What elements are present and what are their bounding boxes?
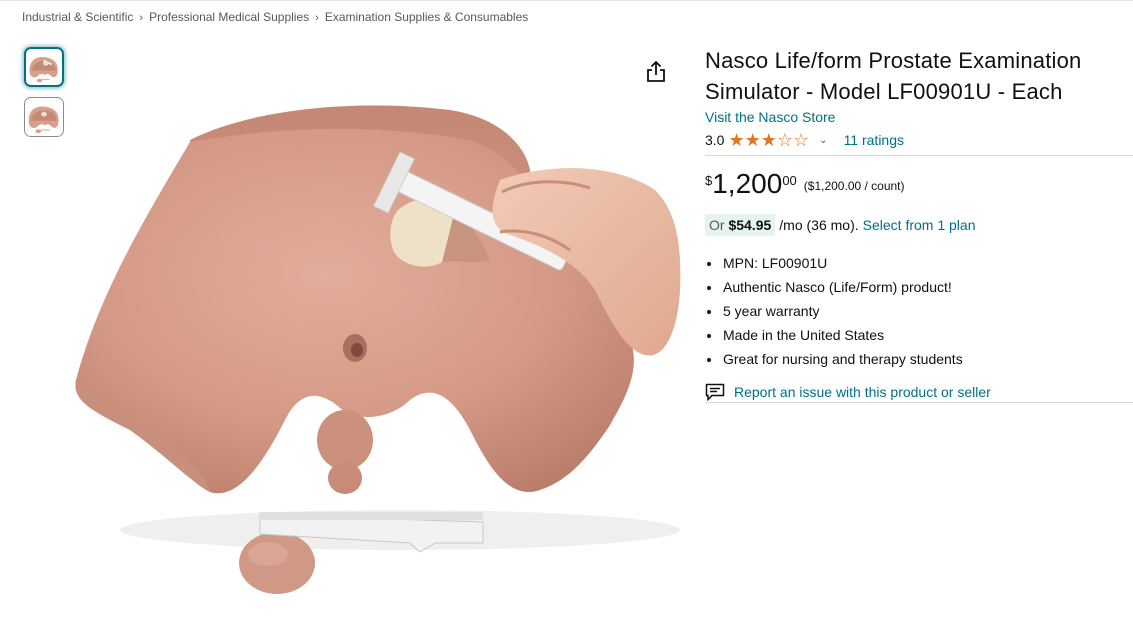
prostate-simulator-image: [75, 105, 681, 594]
chevron-down-icon[interactable]: ⌄: [819, 135, 827, 146]
feature-bullets: MPN: LF00901U Authentic Nasco (Life/Form…: [705, 251, 1133, 371]
installment-amount: $54.95: [728, 217, 772, 233]
product-thumbnail-image: [25, 98, 63, 136]
unit-price: ($1,200.00 / count): [803, 179, 905, 193]
thumbnail-1[interactable]: [24, 47, 64, 87]
product-main-image[interactable]: [70, 60, 682, 608]
rating-value: 3.0: [705, 132, 725, 148]
star-rating[interactable]: ★ ★ ★ ☆ ☆: [728, 131, 809, 149]
divider: [705, 155, 1133, 156]
feature-bullet: Authentic Nasco (Life/Form) product!: [722, 275, 1133, 299]
price-symbol: $: [705, 173, 713, 188]
star-empty-icon: ☆: [793, 130, 810, 150]
star-empty-icon: ☆: [776, 130, 794, 150]
breadcrumb: Industrial & Scientific › Professional Med…: [22, 10, 528, 24]
star-full-icon: ★: [728, 130, 745, 150]
product-title: Nasco Life/form Prostate Examination Sim…: [705, 48, 1082, 104]
star-full-icon: ★: [760, 130, 777, 150]
report-icon: [705, 383, 725, 401]
product-info-panel: Nasco Life/form Prostate Examination Sim…: [705, 45, 1133, 403]
thumbnail-strip: [24, 47, 64, 147]
breadcrumb-separator: ›: [139, 12, 144, 24]
breadcrumb-link-leaf[interactable]: Examination Supplies & Consumables: [325, 10, 528, 24]
installment-term: /mo (36 mo).: [779, 217, 859, 233]
star-full-icon: ★: [744, 130, 761, 150]
installment-prefix: Or: [709, 217, 725, 233]
divider: [705, 402, 1133, 403]
feature-bullet: Made in the United States: [722, 323, 1133, 347]
rating-row: 3.0 ★ ★ ★ ☆ ☆ ⌄ 11 ratings: [705, 129, 1133, 151]
installment-offer: Or $54.95 /mo (36 mo). Select from 1 pla…: [705, 214, 1133, 236]
store-link[interactable]: Visit the Nasco Store: [705, 109, 835, 125]
thumbnail-2[interactable]: [24, 97, 64, 137]
installment-badge: Or $54.95: [705, 214, 776, 236]
price: $ 1,200 00 ($1,200.00 / count): [705, 170, 1133, 202]
price-fraction: 00: [782, 173, 797, 188]
product-thumbnail-image: [26, 49, 62, 85]
breadcrumb-link-category[interactable]: Industrial & Scientific: [22, 10, 133, 24]
feature-bullet: 5 year warranty: [722, 299, 1133, 323]
feature-bullet: Great for nursing and therapy students: [722, 347, 1133, 371]
price-whole: 1,200: [712, 168, 783, 199]
report-issue-text: Report an issue with this product or sel…: [734, 384, 991, 400]
top-divider: [0, 0, 1133, 1]
breadcrumb-separator: ›: [315, 12, 319, 24]
select-plan-link[interactable]: Select from 1 plan: [863, 217, 976, 233]
feature-bullet: MPN: LF00901U: [722, 251, 1133, 275]
share-icon[interactable]: [645, 60, 667, 84]
breadcrumb-link-subcategory[interactable]: Professional Medical Supplies: [149, 10, 309, 24]
report-issue-link[interactable]: Report an issue with this product or sel…: [705, 383, 1133, 401]
ratings-count-link[interactable]: 11 ratings: [844, 132, 904, 148]
